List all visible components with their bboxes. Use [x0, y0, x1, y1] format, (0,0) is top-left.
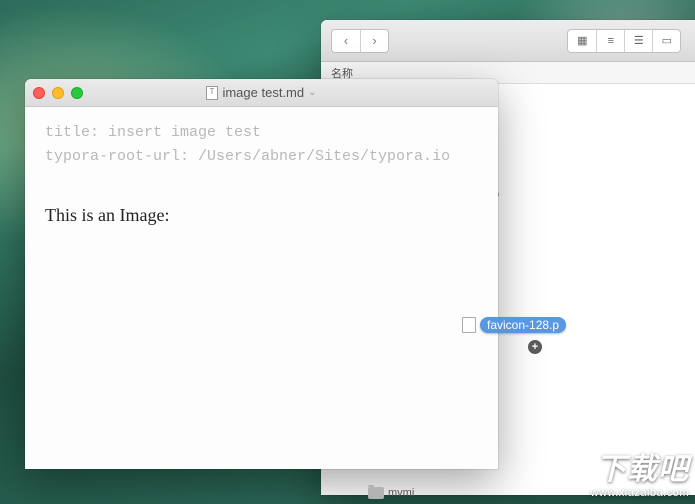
zoom-button[interactable]: [71, 87, 83, 99]
watermark-title: 下载吧: [591, 453, 689, 488]
nav-back-button[interactable]: ‹: [332, 30, 360, 52]
view-column-button[interactable]: ☰: [624, 30, 652, 52]
view-list-button[interactable]: ≡: [596, 30, 624, 52]
view-cover-button[interactable]: ▭: [652, 30, 680, 52]
document-icon: [206, 86, 218, 100]
nav-buttons: ‹ ›: [331, 29, 389, 53]
frontmatter-block[interactable]: title: insert image test typora-root-url…: [45, 121, 478, 169]
body-paragraph[interactable]: This is an Image:: [45, 205, 478, 226]
traffic-lights: [33, 87, 83, 99]
watermark: 下载吧 www.xiazaiba.com: [591, 453, 689, 500]
view-buttons: ▦ ≡ ☰ ▭: [567, 29, 681, 53]
watermark-url: www.xiazaiba.com: [591, 487, 689, 500]
window-title-text: image test.md: [222, 85, 304, 100]
editor-titlebar[interactable]: image test.md ⌄: [25, 79, 498, 107]
view-icon-button[interactable]: ▦: [568, 30, 596, 52]
dropdown-caret-icon: ⌄: [308, 87, 316, 98]
frontmatter-line[interactable]: typora-root-url: /Users/abner/Sites/typo…: [45, 145, 478, 169]
minimize-button[interactable]: [52, 87, 64, 99]
window-title: image test.md ⌄: [25, 85, 498, 100]
dock-item-label: mvmi: [388, 487, 414, 499]
nav-forward-button[interactable]: ›: [360, 30, 388, 52]
dock-item[interactable]: mvmi: [368, 487, 414, 499]
editor-body[interactable]: title: insert image test typora-root-url…: [25, 107, 498, 240]
editor-window: image test.md ⌄ title: insert image test…: [25, 79, 498, 469]
finder-toolbar: ‹ › ▦ ≡ ☰ ▭ im: [321, 20, 695, 62]
close-button[interactable]: [33, 87, 45, 99]
folder-icon: [368, 487, 384, 499]
frontmatter-line[interactable]: title: insert image test: [45, 121, 478, 145]
